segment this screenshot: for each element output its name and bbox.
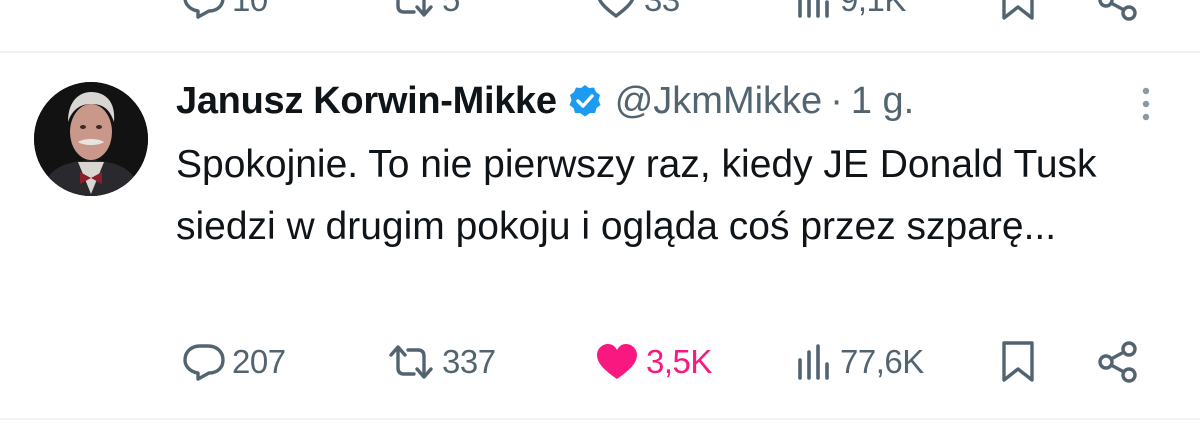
previous-like-count: 33 [644, 0, 680, 19]
tweet-text: Spokojnie. To nie pierwszy raz, kiedy JE… [176, 143, 1097, 248]
previous-like-button[interactable]: 33 [594, 0, 680, 20]
bar-chart-icon [794, 342, 834, 382]
avatar[interactable] [34, 82, 148, 196]
previous-views-button[interactable]: 9,1K [794, 0, 906, 20]
share-icon [1096, 340, 1140, 384]
tweet-timestamp[interactable]: 1 g. [851, 80, 914, 123]
like-button[interactable]: 3,5K [594, 342, 712, 382]
heart-icon [594, 342, 640, 382]
heart-icon [594, 0, 638, 20]
views-button[interactable]: 77,6K [794, 342, 924, 382]
more-options-button[interactable] [1128, 84, 1164, 124]
repost-count: 337 [442, 343, 496, 380]
previous-bookmark-button[interactable] [998, 0, 1038, 22]
repost-arrows-icon [386, 0, 436, 20]
repost-button[interactable]: 337 [386, 342, 496, 382]
previous-views-count: 9,1K [840, 0, 906, 19]
verified-badge-icon[interactable] [567, 83, 603, 119]
avatar-portrait-image [34, 82, 148, 196]
divider-bottom [0, 418, 1200, 420]
more-vertical-icon [1128, 87, 1164, 128]
author-name[interactable]: Janusz Korwin-Mikke [176, 80, 557, 123]
reply-button[interactable]: 207 [182, 342, 286, 382]
previous-repost-count: 5 [442, 0, 460, 19]
bookmark-button[interactable] [998, 340, 1038, 384]
views-count: 77,6K [840, 343, 924, 380]
speech-bubble-icon [182, 0, 226, 20]
share-icon [1096, 0, 1140, 22]
previous-reply-count: 10 [232, 0, 268, 19]
divider-top [0, 51, 1200, 53]
reply-count: 207 [232, 343, 286, 380]
author-handle[interactable]: @JkmMikke [615, 80, 822, 123]
bookmark-icon [998, 340, 1038, 384]
previous-tweet-actions: 10 5 33 9,1K [0, 0, 1200, 22]
repost-arrows-icon [386, 342, 436, 382]
previous-reply-button[interactable]: 10 [182, 0, 268, 20]
header-separator: · [830, 79, 843, 122]
previous-share-button[interactable] [1096, 0, 1140, 22]
previous-repost-button[interactable]: 5 [386, 0, 460, 20]
tweet-header: Janusz Korwin-Mikke @JkmMikke · 1 g. [176, 76, 914, 126]
speech-bubble-icon [182, 342, 226, 382]
share-button[interactable] [1096, 340, 1140, 384]
like-count: 3,5K [646, 343, 712, 380]
tweet-actions: 207 337 3,5K 77,6K [0, 340, 1200, 390]
bar-chart-icon [794, 0, 834, 20]
bookmark-icon [998, 0, 1038, 22]
